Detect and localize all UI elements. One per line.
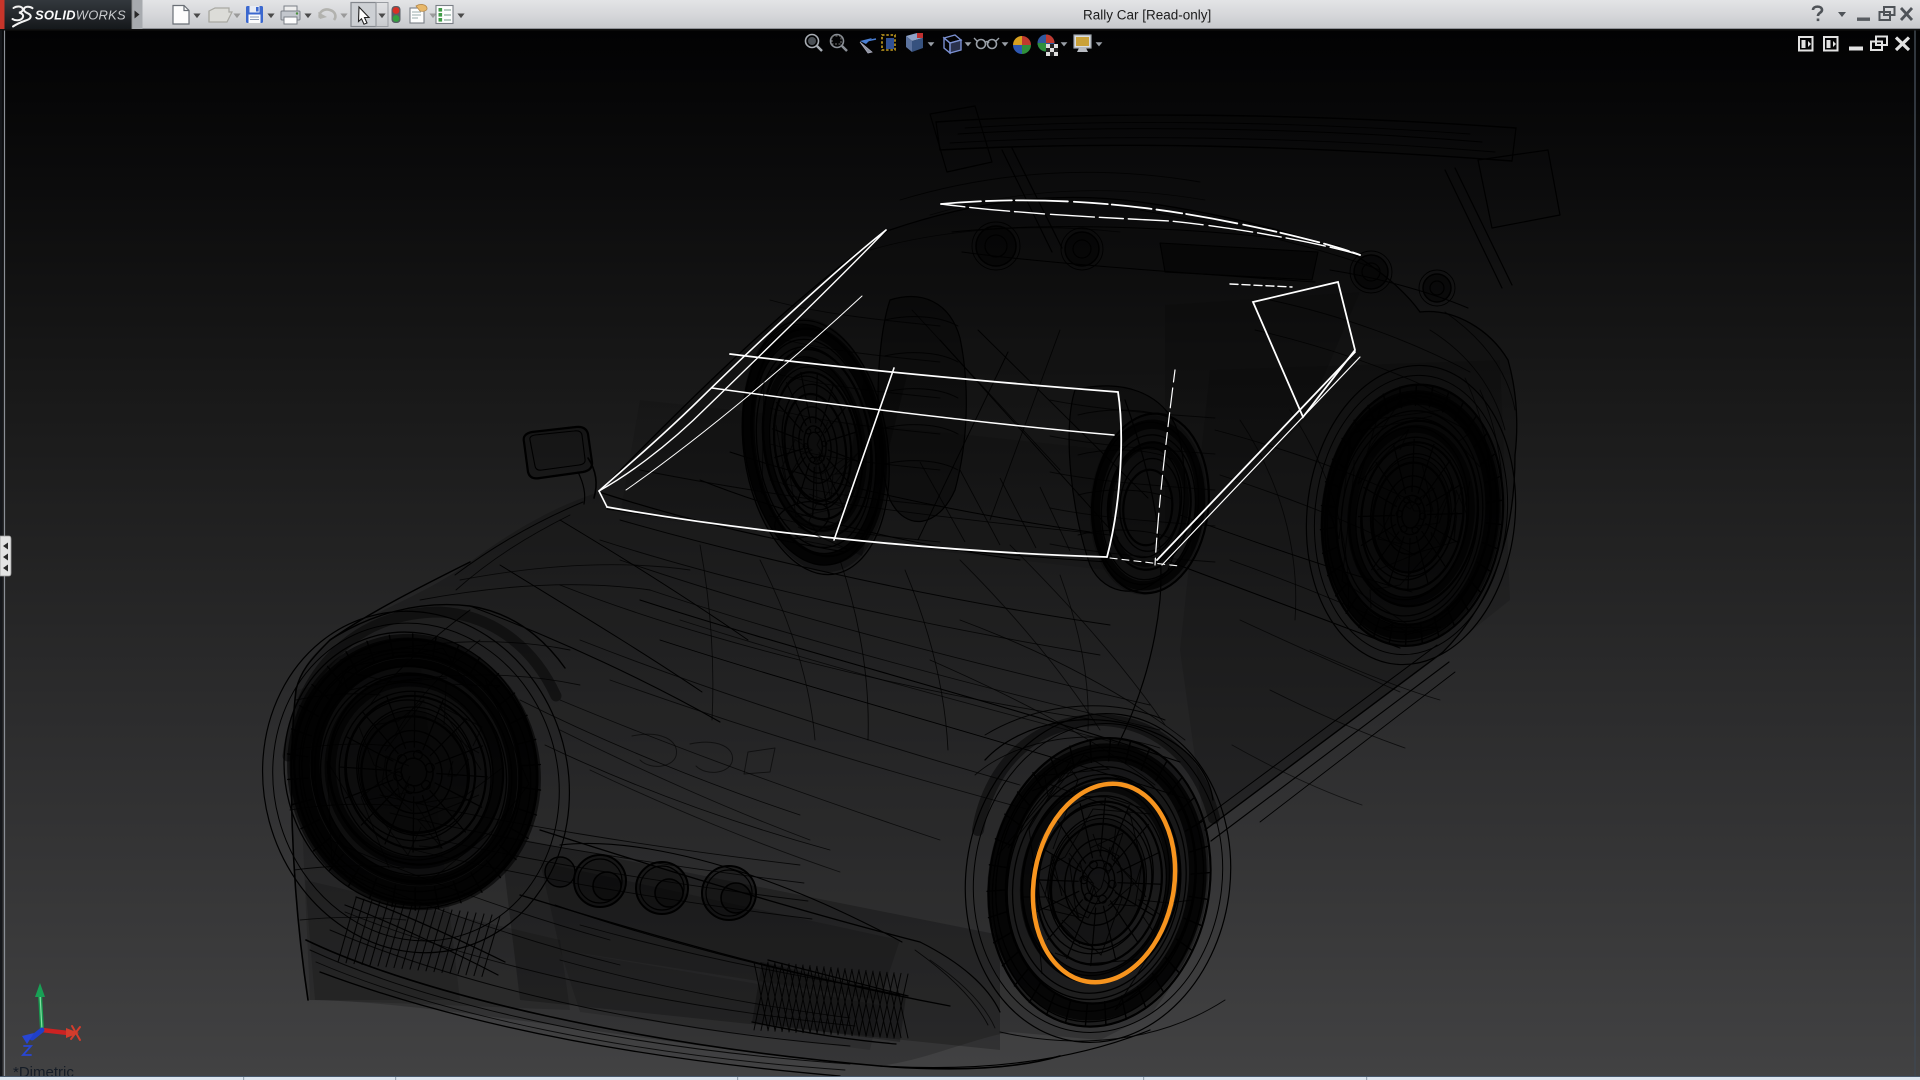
svg-text:Rally Car [Read-only]: Rally Car [Read-only] [1083, 8, 1211, 23]
svg-text:SOLIDWORKS: SOLIDWORKS [35, 8, 126, 23]
